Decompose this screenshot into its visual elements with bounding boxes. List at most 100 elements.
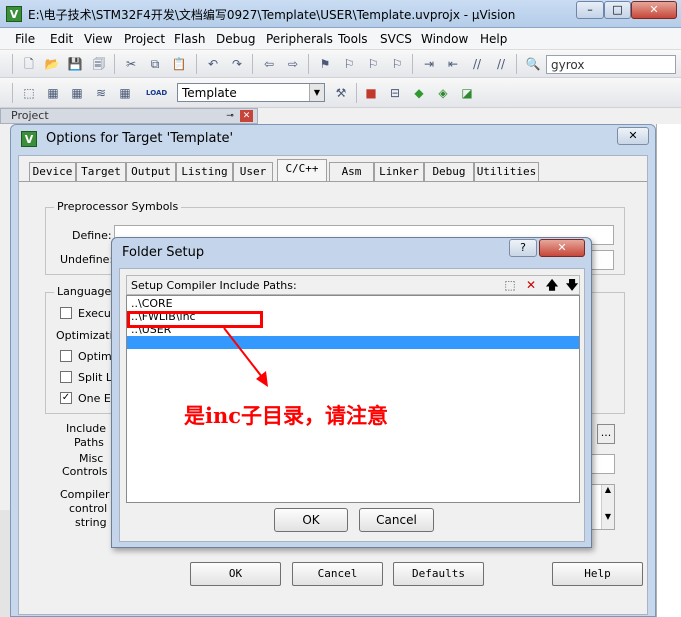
translate-icon[interactable]: ⬚ [20,84,38,102]
include-paths-header-label: Setup Compiler Include Paths: [131,279,297,292]
move-down-icon[interactable]: 🡇 [563,277,581,293]
toolbar-grip [12,83,13,103]
find-in-files-icon[interactable]: 🔍 [524,55,542,73]
tab-output[interactable]: Output [126,162,176,182]
tab-debug[interactable]: Debug [424,162,474,182]
folder-setup-ok-button[interactable]: OK [274,508,348,532]
tab-linker[interactable]: Linker [374,162,424,182]
tab-c-cpp[interactable]: C/C++ [277,159,327,182]
window-title-bar[interactable]: V E:\电子技术\STM32F4开发\文档编写0927\Template\US… [0,0,681,28]
project-panel-close-button[interactable]: ✕ [240,110,253,122]
close-window-button[interactable]: ✕ [631,1,677,19]
selected-empty-path-row[interactable] [127,336,579,349]
tab-target[interactable]: Target [76,162,126,182]
pin-icon[interactable]: ⊸ [224,110,236,122]
chevron-down-icon[interactable]: ▼ [309,84,324,101]
move-up-icon[interactable]: 🡅 [543,277,561,293]
editor-area-background [656,124,681,617]
annotation-text: 是inc子目录，请注意 [184,403,389,428]
menu-debug[interactable]: Debug [216,32,255,46]
bookmark-toggle-icon[interactable]: ⚑ [316,55,334,73]
load-download-icon[interactable]: LOAD [146,84,167,102]
toolbar-separator [516,54,517,74]
execute-only-checkbox[interactable] [60,307,72,319]
dialog-app-icon: V [21,131,37,147]
file-extensions-icon[interactable]: ■ [362,84,380,102]
tab-listing[interactable]: Listing [176,162,233,182]
folder-setup-help-button[interactable]: ? [509,239,537,257]
menu-window[interactable]: Window [421,32,468,46]
menu-view[interactable]: View [84,32,112,46]
manage-components-icon[interactable]: ⊟ [386,84,404,102]
navigate-back-icon[interactable]: ⇦ [260,55,278,73]
menu-project[interactable]: Project [124,32,165,46]
menu-peripherals[interactable]: Peripherals [266,32,333,46]
menu-edit[interactable]: Edit [50,32,73,46]
bookmark-prev-icon[interactable]: ⚐ [340,55,358,73]
find-combo[interactable]: gyrox [546,55,676,74]
include-paths-list-header: Setup Compiler Include Paths: ⬚ ✕ 🡅 🡇 [126,275,580,295]
new-file-icon[interactable]: 🗋 [20,55,38,73]
preprocessor-symbols-title: Preprocessor Symbols [54,200,182,213]
build-icon[interactable]: ▦ [44,84,62,102]
toolbar-separator [308,54,309,74]
ok-button[interactable]: OK [190,562,281,586]
save-all-icon[interactable]: 🗐 [90,55,108,73]
minimize-button[interactable]: – [576,1,604,19]
folder-setup-dialog: Folder Setup ? ✕ Setup Compiler Include … [111,237,592,548]
rebuild-icon[interactable]: ▦ [68,84,86,102]
project-panel-title: Project [11,109,49,122]
select-software-packs-icon[interactable]: ◪ [458,84,476,102]
optimize-for-time-checkbox[interactable] [60,350,72,362]
menu-svcs[interactable]: SVCS [380,32,412,46]
target-select[interactable]: Template ▼ [177,83,325,102]
uvision-app-icon: V [6,6,22,22]
run-time-environment-icon[interactable]: ◆ [410,84,428,102]
undo-icon[interactable]: ↶ [204,55,222,73]
split-load-store-checkbox[interactable] [60,371,72,383]
new-path-icon[interactable]: ⬚ [501,277,519,293]
navigate-forward-icon[interactable]: ⇨ [284,55,302,73]
paste-icon[interactable]: 📋 [170,55,188,73]
folder-setup-cancel-button[interactable]: Cancel [359,508,434,532]
one-elf-section-checkbox[interactable]: ✓ [60,392,72,404]
toolbar-separator [412,54,413,74]
stop-build-icon[interactable]: ▦ [116,84,134,102]
copy-icon[interactable]: ⧉ [146,55,164,73]
compiler-string-scrollbar[interactable]: ▲ ▼ [601,485,614,529]
toolbar-separator [252,54,253,74]
include-paths-browse-button[interactable]: ... [597,424,615,444]
unindent-icon[interactable]: ⇤ [444,55,462,73]
delete-path-icon[interactable]: ✕ [522,277,540,293]
indent-icon[interactable]: ⇥ [420,55,438,73]
comment-icon[interactable]: // [468,55,486,73]
options-dialog-close-button[interactable]: ✕ [617,127,649,145]
save-icon[interactable]: 💾 [66,55,84,73]
pack-installer-icon[interactable]: ◈ [434,84,452,102]
bookmark-clear-icon[interactable]: ⚐ [388,55,406,73]
compiler-string-label-line1: Compiler [60,488,110,501]
menu-tools[interactable]: Tools [338,32,368,46]
defaults-button[interactable]: Defaults [393,562,484,586]
maximize-button[interactable]: □ [604,1,631,19]
tab-asm[interactable]: Asm [329,162,374,182]
redo-icon[interactable]: ↷ [228,55,246,73]
menu-flash[interactable]: Flash [174,32,205,46]
bookmark-next-icon[interactable]: ⚐ [364,55,382,73]
tab-user[interactable]: User [233,162,273,182]
uncomment-icon[interactable]: // [492,55,510,73]
tab-utilities[interactable]: Utilities [474,162,539,182]
tab-strip-rule [19,181,647,182]
tab-device[interactable]: Device [29,162,76,182]
batch-build-icon[interactable]: ≋ [92,84,110,102]
menu-help[interactable]: Help [480,32,507,46]
list-item[interactable]: ..\CORE [131,297,173,310]
help-button[interactable]: Help [552,562,643,586]
target-select-value: Template [182,86,237,100]
cut-icon[interactable]: ✂ [122,55,140,73]
folder-setup-close-button[interactable]: ✕ [539,239,585,257]
cancel-button[interactable]: Cancel [292,562,383,586]
menu-file[interactable]: File [15,32,35,46]
target-options-icon[interactable]: ⚒ [332,84,350,102]
open-folder-icon[interactable]: 📂 [43,55,61,73]
